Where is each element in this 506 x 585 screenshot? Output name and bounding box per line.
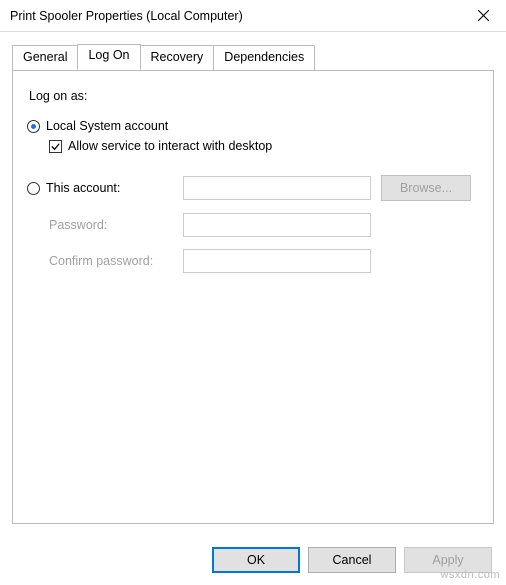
tab-panel-log-on: Log on as: Local System account Allow se…: [12, 70, 494, 524]
radio-this-account-label: This account:: [46, 181, 120, 195]
confirm-password-label: Confirm password:: [27, 254, 183, 268]
radio-local-system-label: Local System account: [46, 119, 168, 133]
check-icon: [50, 141, 61, 152]
ok-button[interactable]: OK: [212, 547, 300, 573]
logon-heading: Log on as:: [29, 89, 479, 103]
tab-general[interactable]: General: [12, 45, 78, 71]
tab-label: Dependencies: [224, 50, 304, 64]
radio-local-system[interactable]: [27, 120, 40, 133]
password-input[interactable]: [183, 213, 371, 237]
radio-this-account[interactable]: [27, 182, 40, 195]
checkbox-interact-label: Allow service to interact with desktop: [68, 139, 272, 153]
browse-button: Browse...: [381, 175, 471, 201]
close-icon: [478, 10, 489, 21]
checkbox-interact-row[interactable]: Allow service to interact with desktop: [49, 139, 479, 153]
tab-label: General: [23, 50, 67, 64]
confirm-password-input[interactable]: [183, 249, 371, 273]
tab-log-on[interactable]: Log On: [77, 44, 140, 70]
close-button[interactable]: [460, 0, 506, 32]
radio-this-account-row[interactable]: This account:: [27, 181, 183, 195]
titlebar: Print Spooler Properties (Local Computer…: [0, 0, 506, 32]
tab-strip: General Log On Recovery Dependencies: [12, 44, 494, 70]
this-account-input[interactable]: [183, 176, 371, 200]
checkbox-interact[interactable]: [49, 140, 62, 153]
watermark-text: wsxdn.com: [440, 569, 500, 581]
window-title: Print Spooler Properties (Local Computer…: [10, 9, 460, 23]
tab-label: Recovery: [151, 50, 204, 64]
password-label: Password:: [27, 218, 183, 232]
radio-local-system-row[interactable]: Local System account: [27, 119, 479, 133]
cancel-button[interactable]: Cancel: [308, 547, 396, 573]
tab-label: Log On: [88, 48, 129, 62]
tab-dependencies[interactable]: Dependencies: [213, 45, 315, 71]
tab-recovery[interactable]: Recovery: [140, 45, 215, 71]
